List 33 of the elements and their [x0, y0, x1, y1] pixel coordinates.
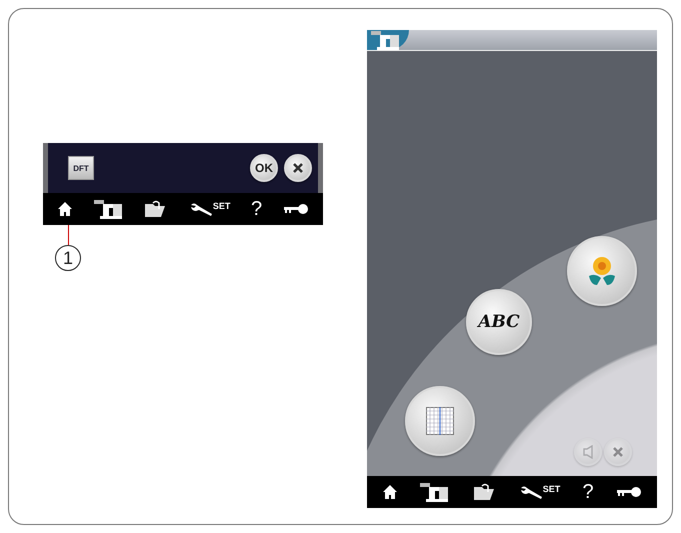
default-button[interactable]: DFT — [68, 156, 94, 180]
key-icon — [282, 202, 309, 216]
set-label: SET — [212, 201, 230, 211]
folder-button[interactable] — [472, 483, 497, 501]
settings-button[interactable]: SET — [188, 201, 230, 217]
home-icon — [382, 484, 398, 500]
home-icon — [57, 201, 74, 217]
wrench-icon — [518, 484, 545, 500]
leader-line — [68, 225, 69, 245]
key-icon — [616, 485, 642, 499]
cancel-button[interactable] — [284, 154, 312, 182]
close-icon — [292, 162, 304, 174]
callout-number: 1 — [55, 245, 81, 271]
settings-button[interactable]: SET — [518, 484, 560, 500]
folder-icon — [472, 483, 497, 501]
grid-icon — [426, 407, 454, 435]
home-button[interactable] — [57, 201, 74, 217]
machine-button[interactable] — [420, 482, 450, 502]
home-button[interactable] — [382, 484, 398, 500]
set-label: SET — [542, 484, 560, 494]
ok-button[interactable]: OK — [250, 154, 278, 182]
close-icon — [612, 446, 624, 458]
machine-button[interactable] — [94, 199, 124, 219]
wrench-icon — [188, 201, 215, 217]
sewing-machine-icon — [94, 199, 124, 219]
key-button[interactable] — [616, 485, 642, 499]
key-button[interactable] — [282, 202, 309, 216]
help-button[interactable]: ? — [250, 199, 262, 219]
flower-icon — [586, 255, 618, 287]
sewing-machine-icon — [371, 30, 401, 50]
help-button[interactable]: ? — [582, 482, 594, 502]
speaker-icon — [582, 445, 594, 459]
sewing-machine-icon — [420, 482, 450, 502]
